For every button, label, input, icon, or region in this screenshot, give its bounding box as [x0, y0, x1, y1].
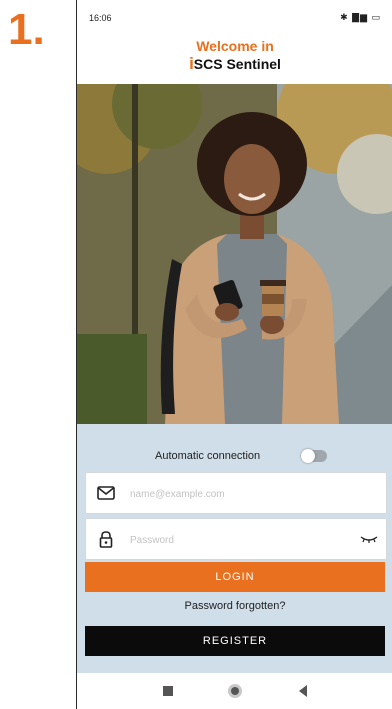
- forgot-password-link[interactable]: Password forgotten?: [77, 600, 392, 612]
- login-panel: Automatic connection name@example.com LO…: [77, 424, 392, 673]
- auto-connection-toggle[interactable]: [301, 449, 327, 463]
- password-field: [85, 518, 387, 560]
- brand-logo-text: SCS Sentinel: [193, 56, 281, 72]
- eye-closed-icon[interactable]: [360, 533, 378, 545]
- password-input[interactable]: [128, 529, 352, 551]
- recent-apps-icon[interactable]: [163, 686, 173, 696]
- step-number: 1.: [8, 5, 45, 54]
- welcome-title: Welcome in: [196, 38, 274, 54]
- auto-connection-row: Automatic connection: [77, 446, 392, 466]
- status-icons: ✱ ▇▆ ▭: [340, 12, 381, 22]
- hero-illustration: [77, 84, 392, 424]
- toggle-knob: [301, 449, 315, 463]
- hero-photo: [77, 84, 392, 424]
- status-bar: 16:06 ✱ ▇▆ ▭: [77, 0, 392, 32]
- status-time: 16:06: [89, 13, 112, 23]
- email-field: [85, 472, 387, 514]
- auto-connection-label: Automatic connection: [155, 450, 261, 462]
- app-header: Welcome in iSCS Sentinel: [77, 32, 392, 84]
- android-nav-bar: [77, 673, 392, 709]
- login-button[interactable]: LOGIN: [85, 562, 385, 592]
- back-icon[interactable]: [299, 685, 307, 697]
- phone-screen: 16:06 ✱ ▇▆ ▭ Welcome in iSCS Sentinel Au…: [76, 0, 392, 709]
- envelope-icon: [97, 486, 115, 500]
- brand-logo: iSCS Sentinel: [77, 54, 392, 74]
- register-button[interactable]: REGISTER: [85, 626, 385, 656]
- email-input[interactable]: [128, 483, 352, 505]
- home-icon[interactable]: [228, 684, 242, 698]
- lock-icon: [99, 531, 113, 548]
